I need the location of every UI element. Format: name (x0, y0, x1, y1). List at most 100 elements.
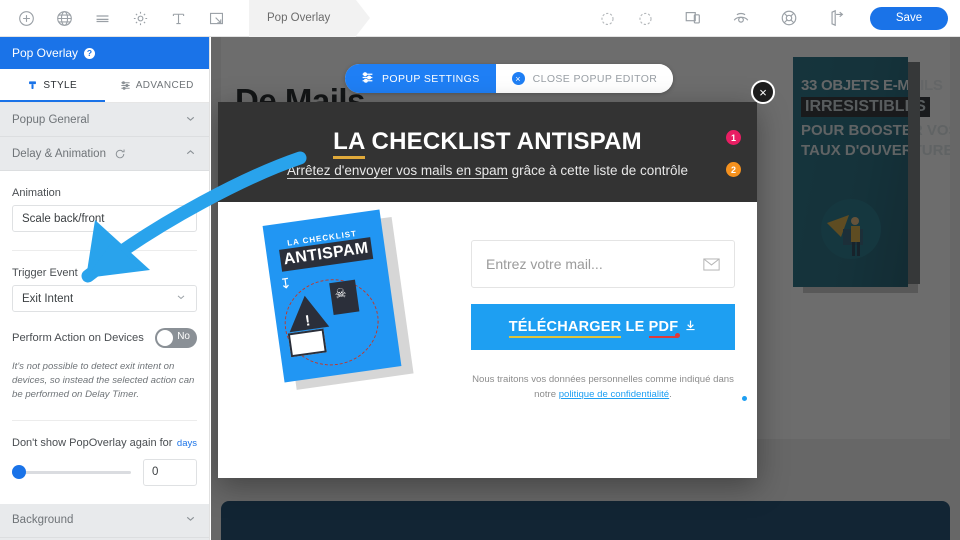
brush-icon (27, 80, 38, 91)
sliders-icon (361, 71, 374, 87)
popup-title-highlight: LA (333, 127, 365, 159)
sliders-icon (120, 80, 131, 91)
cta-marker-dot (675, 333, 680, 338)
animation-label: Animation (12, 187, 61, 199)
toggle-value-label: No (177, 331, 190, 342)
field-trigger-event: Trigger Event Exit Intent (0, 267, 209, 312)
privacy-marker-dot (742, 395, 747, 401)
sidebar-title-label: Pop Overlay (12, 46, 79, 60)
popup-title: LA CHECKLIST ANTISPAM (333, 127, 642, 159)
popup-header: × LA CHECKLIST ANTISPAM Arrêtez d'envoye… (218, 80, 775, 202)
sidebar-title-bar: Pop Overlay ? (0, 37, 209, 69)
layers-icon[interactable] (83, 0, 121, 37)
popup-settings-button[interactable]: POPUP SETTINGS (345, 64, 496, 93)
popup-badge-2[interactable]: 2 (726, 162, 741, 177)
email-input-placeholder: Entrez votre mail... (486, 256, 603, 272)
popup-subtitle-rest: grâce à cette liste de contrôle (507, 162, 689, 178)
chevron-down-icon (184, 112, 197, 128)
select-icon[interactable] (197, 0, 235, 37)
help-lifering-icon[interactable] (770, 0, 808, 37)
email-input[interactable]: Entrez votre mail... (471, 240, 735, 288)
tab-advanced[interactable]: ADVANCED (104, 69, 209, 102)
close-popup-editor-label: CLOSE POPUP EDITOR (532, 72, 658, 85)
section-delay-animation[interactable]: Delay & Animation (0, 137, 209, 171)
save-button[interactable]: Save (870, 6, 948, 30)
cta-part-2: LE (621, 319, 649, 335)
dont-show-again-slider[interactable] (12, 465, 131, 480)
sidebar-tabs: STYLE ADVANCED (0, 69, 209, 103)
chevron-up-icon (184, 146, 197, 162)
tab-pop-overlay-label: Pop Overlay (267, 12, 331, 24)
trigger-event-select[interactable]: Exit Intent (12, 285, 197, 312)
undo-icon[interactable] (588, 0, 626, 37)
refresh-icon[interactable] (114, 148, 126, 160)
trigger-event-value: Exit Intent (22, 292, 74, 305)
close-icon: × (511, 72, 525, 85)
slider-thumb[interactable] (12, 465, 26, 480)
responsive-icon[interactable] (674, 0, 712, 37)
toggle-knob (157, 330, 173, 346)
sidebar: Pop Overlay ? STYLE ADVANCED Popup Gener… (0, 37, 210, 540)
dont-show-again-days-input[interactable] (143, 458, 197, 486)
download-pdf-button[interactable]: TÉLÉCHARGER LE PDF (471, 304, 735, 350)
popup-close-button[interactable]: × (751, 80, 775, 104)
tab-advanced-label: ADVANCED (135, 80, 194, 91)
privacy-notice: Nous traitons vos données personnelles c… (471, 372, 747, 403)
privacy-policy-link[interactable]: politique de confidentialité (559, 389, 669, 400)
popup-overlay: × LA CHECKLIST ANTISPAM Arrêtez d'envoye… (218, 80, 775, 478)
divider (12, 250, 197, 251)
popup-subtitle: Arrêtez d'envoyer vos mails en spam grâc… (286, 162, 689, 179)
popup-badge-1[interactable]: 1 (726, 130, 741, 145)
popup-settings-label: POPUP SETTINGS (382, 72, 480, 85)
trigger-event-label: Trigger Event (12, 267, 78, 279)
popup-book-arrow-icon: ↧ (278, 274, 293, 293)
popup-form-column: Entrez votre mail... TÉLÉCHARGER LE PDF (463, 202, 757, 478)
divider (12, 419, 197, 421)
dont-show-again-control-row (0, 458, 209, 486)
section-delay-animation-label: Delay & Animation (12, 147, 106, 160)
perform-action-on-devices-hint: It's not possible to detect exit intent … (12, 361, 195, 400)
privacy-notice-suffix: . (669, 389, 672, 401)
chevron-down-icon (175, 291, 187, 306)
animation-select[interactable]: Scale back/front (12, 205, 197, 232)
tab-style-label: STYLE (43, 80, 78, 91)
top-toolbar-right-group: Save (588, 0, 948, 37)
tab-pop-overlay[interactable]: Pop Overlay (249, 0, 371, 37)
popup-body: LA CHECKLIST ANTISPAM ↧ ! ☠ Entrez votre… (218, 202, 757, 478)
popup-image-column: LA CHECKLIST ANTISPAM ↧ ! ☠ (218, 202, 463, 478)
dont-show-again-unit: days (176, 437, 197, 449)
gear-icon[interactable] (121, 0, 159, 37)
download-icon (684, 319, 697, 335)
animation-value: Scale back/front (22, 212, 105, 225)
redo-icon[interactable] (626, 0, 664, 37)
cta-part-3: PDF (648, 319, 679, 338)
editor-canvas: De Mails 33 OBJETS E-MAILS IRRESISTIBLES… (211, 37, 960, 540)
chevron-down-icon (184, 512, 197, 528)
tab-strip: Pop Overlay (249, 0, 371, 37)
popup-book-envelope-icon (287, 328, 327, 358)
add-circle-icon[interactable] (7, 0, 45, 37)
popup-book-skull-icon: ☠ (333, 285, 348, 302)
tab-style[interactable]: STYLE (0, 69, 105, 102)
popup-title-rest: CHECKLIST ANTISPAM (364, 127, 642, 155)
perform-action-on-devices-label: Perform Action on Devices (12, 332, 144, 344)
dont-show-again-label: Don't show PopOverlay again for (12, 436, 173, 449)
popup-editor-toolbar: POPUP SETTINGS × CLOSE POPUP EDITOR (345, 64, 674, 93)
preview-eye-icon[interactable] (722, 0, 760, 37)
perform-action-on-devices-toggle[interactable]: No (155, 328, 197, 348)
chevron-down-icon (175, 211, 187, 226)
dont-show-again-row: Don't show PopOverlay again for days (0, 437, 209, 449)
help-question-icon[interactable]: ? (84, 47, 96, 59)
close-popup-editor-button[interactable]: × CLOSE POPUP EDITOR (495, 64, 674, 93)
envelope-icon (703, 257, 720, 271)
field-animation: Animation Scale back/front (0, 187, 209, 232)
section-popup-general[interactable]: Popup General (0, 103, 209, 137)
top-toolbar-left-group (7, 0, 235, 37)
exit-icon[interactable] (818, 0, 856, 37)
top-toolbar: Pop Overlay Save (0, 0, 960, 37)
globe-icon[interactable] (45, 0, 83, 37)
perform-action-on-devices-row: Perform Action on Devices No (0, 328, 209, 348)
section-background[interactable]: Background (0, 503, 209, 538)
text-icon[interactable] (159, 0, 197, 37)
download-pdf-label: TÉLÉCHARGER LE PDF (508, 319, 679, 338)
